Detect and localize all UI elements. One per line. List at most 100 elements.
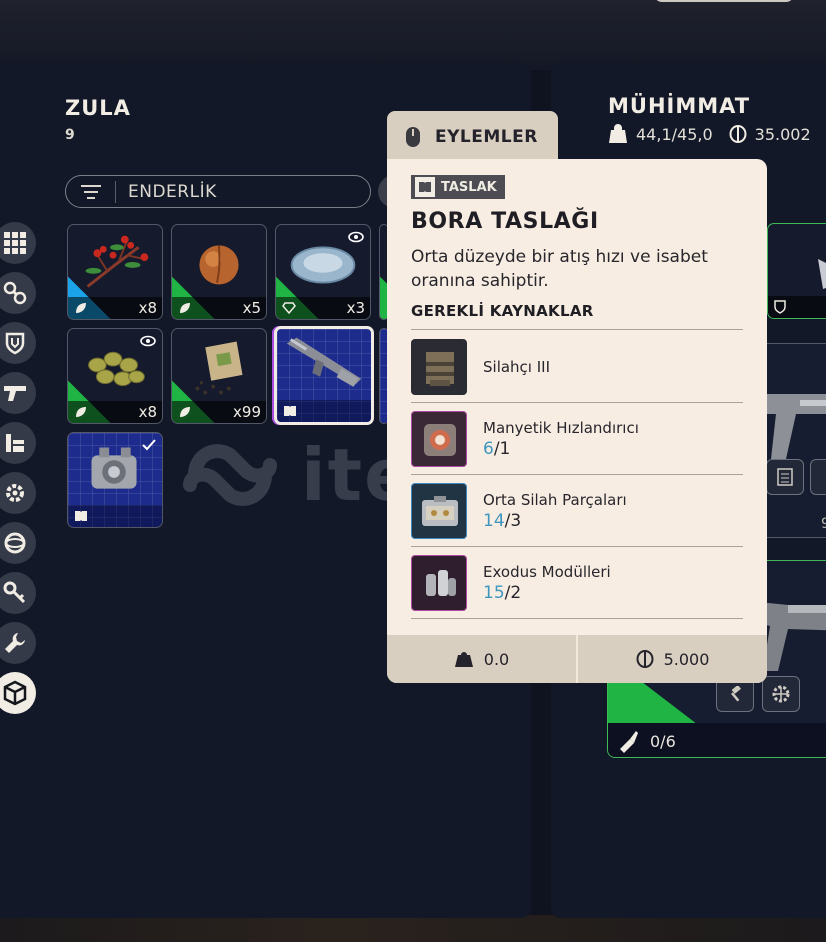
- item-quantity: x8: [138, 299, 157, 317]
- berry-branch-icon: [85, 235, 149, 288]
- inventory-slot-selected[interactable]: [274, 326, 374, 425]
- actions-tab[interactable]: EYLEMLER: [387, 111, 558, 163]
- ammo-count-bar: 0/6: [608, 723, 826, 757]
- category-tools-button[interactable]: [0, 622, 36, 664]
- tooltip-footer: 0.0 5.000: [387, 635, 767, 683]
- carry-weight: 44,1/45,0: [636, 124, 713, 144]
- weapon-side-value: 9: [821, 516, 826, 532]
- coin-balance: 35.002: [754, 124, 811, 144]
- blueprint-icon: [75, 511, 87, 521]
- ring-icon: [4, 532, 26, 554]
- leaf-icon: [76, 407, 86, 417]
- resource-row: Orta Silah Parçaları 14/3: [411, 475, 743, 547]
- divider: [411, 618, 743, 619]
- magnetic-accelerator-icon: [411, 411, 467, 467]
- resource-need: /1: [493, 439, 511, 459]
- category-attachments-button[interactable]: [0, 272, 36, 314]
- category-all-button[interactable]: [0, 222, 36, 264]
- weapon-icon: [4, 386, 26, 401]
- gear-icon: [6, 484, 24, 502]
- filter-icon: [66, 180, 116, 203]
- weight-icon: [454, 652, 473, 667]
- stash-count: 9: [65, 127, 75, 143]
- mod-button[interactable]: [762, 676, 800, 712]
- list-icon: [777, 468, 793, 486]
- item-quantity: x5: [242, 299, 261, 317]
- attachment-button[interactable]: [766, 459, 804, 495]
- leaf-icon: [180, 407, 190, 417]
- coin-icon: [729, 125, 747, 143]
- attachments-icon: [3, 281, 27, 305]
- category-sidebar: [0, 222, 40, 722]
- resource-row: Exodus Modülleri 15/2: [411, 547, 743, 619]
- rarity-filter[interactable]: ENDERLİK: [65, 175, 371, 208]
- leaf-icon: [180, 303, 190, 313]
- hammer-icon: [731, 686, 741, 702]
- inventory-slot[interactable]: x8: [67, 224, 163, 320]
- resource-name: Manyetik Hızlandırıcı: [483, 419, 639, 437]
- item-weight: 0.0: [483, 649, 510, 669]
- category-crafting-button[interactable]: [0, 672, 36, 714]
- seed-packet-icon: [195, 341, 243, 395]
- item-quantity: x3: [346, 299, 365, 317]
- resource-have: 14: [483, 511, 505, 531]
- coin-icon: [636, 650, 654, 668]
- mouse-icon: [406, 127, 420, 147]
- inventory-slot[interactable]: x3: [275, 224, 371, 320]
- blueprint-icon: [284, 406, 296, 416]
- resource-need: /3: [504, 511, 522, 531]
- category-weapons-button[interactable]: [0, 372, 36, 414]
- required-resources-heading: GEREKLİ KAYNAKLAR: [411, 302, 594, 320]
- stash-title: ZULA: [65, 96, 131, 120]
- divider: [411, 329, 743, 330]
- inventory-slot[interactable]: x8: [67, 328, 163, 424]
- armor-shield-icon: [774, 300, 786, 314]
- ammo-stats: 44,1/45,0 35.002: [608, 124, 811, 144]
- key-icon: [3, 581, 26, 604]
- ammo-title: MÜHİMMAT: [608, 94, 751, 118]
- item-title: BORA TASLAĞI: [411, 209, 599, 234]
- item-quantity: x99: [233, 403, 261, 421]
- item-description: Orta düzeyde bir atış hızı ve isabet ora…: [411, 247, 708, 291]
- weapon-parts-case-icon: [411, 483, 467, 539]
- ammo-count: 0/6: [650, 731, 676, 751]
- inventory-slot[interactable]: [67, 432, 163, 528]
- gear-icon: [772, 685, 790, 703]
- ammo-item-icon: [818, 259, 826, 289]
- actions-label: EYLEMLER: [435, 127, 538, 147]
- top-button-edge[interactable]: [654, 0, 794, 2]
- resource-name: Silahçı III: [483, 358, 551, 376]
- engine-blueprint-icon: [91, 447, 137, 489]
- item-price: 5.000: [663, 649, 710, 669]
- item-type-badge: TASLAK: [411, 175, 505, 199]
- inventory-slot[interactable]: x99: [171, 328, 267, 424]
- resource-have: 6: [483, 439, 494, 459]
- category-books-button[interactable]: [0, 422, 36, 464]
- resource-row: Manyetik Hızlandırıcı 6/1: [411, 403, 743, 475]
- stone-bowl-icon: [290, 246, 356, 284]
- workbench-icon: [411, 339, 467, 395]
- weight-bag-icon: [609, 124, 627, 143]
- attachment-button[interactable]: [810, 459, 826, 495]
- resource-row: Silahçı III: [411, 331, 743, 403]
- peach-icon: [199, 245, 239, 285]
- category-armor-button[interactable]: [0, 322, 36, 364]
- ammo-slot[interactable]: [767, 223, 826, 319]
- item-tooltip: TASLAK BORA TASLAĞI Orta düzeyde bir atı…: [387, 159, 767, 683]
- category-keys-button[interactable]: [0, 572, 36, 614]
- category-misc-button[interactable]: [0, 522, 36, 564]
- category-parts-button[interactable]: [0, 472, 36, 514]
- top-backdrop: [0, 0, 826, 70]
- leaf-icon: [76, 303, 86, 313]
- resource-name: Orta Silah Parçaları: [483, 491, 627, 509]
- bottom-backdrop: [0, 915, 826, 942]
- filter-label: ENDERLİK: [128, 181, 217, 202]
- gem-icon: [282, 302, 296, 314]
- cube-icon: [3, 680, 27, 706]
- bullet-icon: [620, 731, 638, 753]
- resource-name: Exodus Modülleri: [483, 563, 611, 581]
- inventory-slot[interactable]: x5: [171, 224, 267, 320]
- olives-icon: [88, 351, 145, 387]
- books-icon: [6, 434, 24, 452]
- blueprint-icon: [415, 177, 435, 197]
